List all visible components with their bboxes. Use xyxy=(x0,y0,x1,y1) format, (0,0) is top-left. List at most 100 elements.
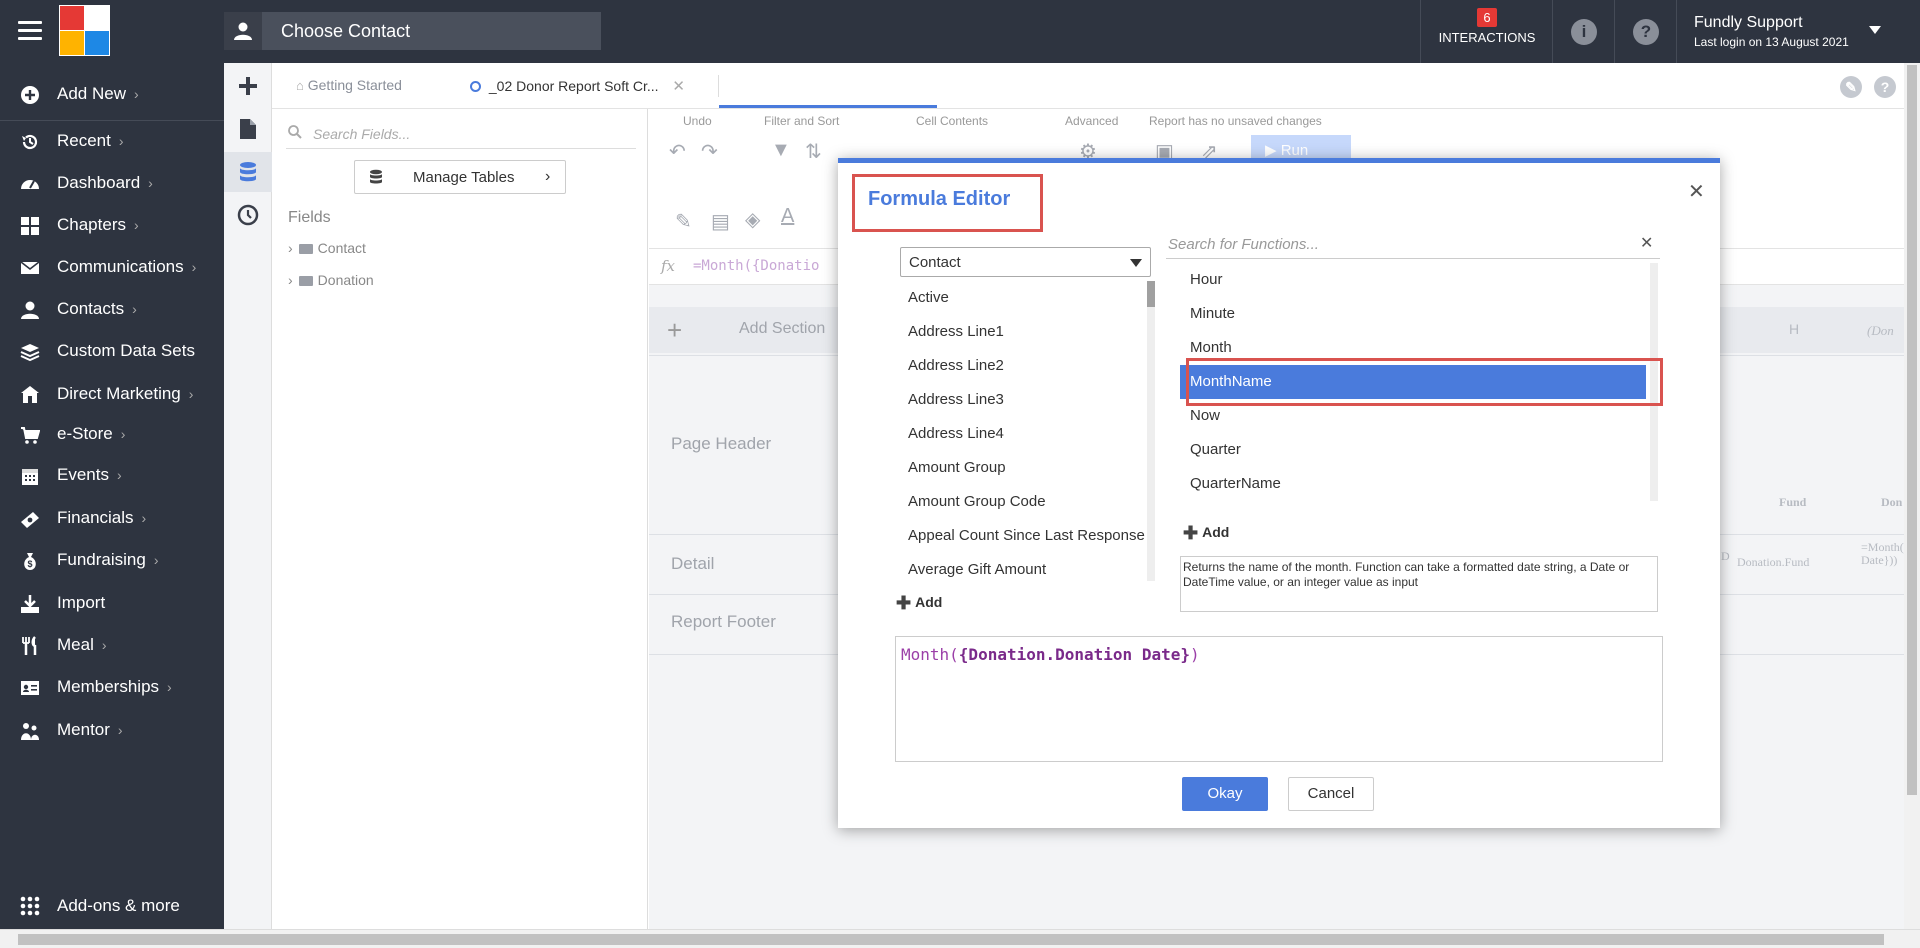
font-color-icon[interactable]: A xyxy=(781,205,794,228)
scrollbar-thumb[interactable] xyxy=(18,934,1884,945)
don-header-cell: Don xyxy=(1881,495,1903,509)
nav-import[interactable]: Import xyxy=(0,584,224,624)
database-icon[interactable] xyxy=(224,152,272,192)
field-list-scrollbar[interactable] xyxy=(1147,281,1155,581)
user-menu-caret-icon[interactable] xyxy=(1869,26,1881,34)
nav-recent[interactable]: Recent › xyxy=(0,122,224,162)
nav-memberships[interactable]: Memberships › xyxy=(0,668,224,708)
function-search-input[interactable]: Search for Functions... ✕ xyxy=(1166,229,1660,259)
field-list-item[interactable]: Address Line3 xyxy=(900,383,1145,417)
function-description: Returns the name of the month. Function … xyxy=(1180,556,1658,612)
sort-icon[interactable]: ⇅ xyxy=(805,139,822,164)
column-last-header: (Don xyxy=(1867,323,1894,338)
nav-add-new[interactable]: Add New › xyxy=(0,75,224,115)
document-icon[interactable] xyxy=(224,109,272,149)
hamburger-menu-icon[interactable] xyxy=(18,21,42,41)
chevron-right-icon[interactable]: › xyxy=(288,272,293,288)
format-icon[interactable]: ▤ xyxy=(711,209,730,234)
user-menu[interactable]: Fundly Support Last login on 13 August 2… xyxy=(1694,14,1849,49)
money-icon xyxy=(20,509,40,529)
scrollbar-thumb[interactable] xyxy=(1147,281,1155,307)
field-list-item[interactable]: Address Line1 xyxy=(900,315,1145,349)
field-list-item[interactable]: Amount Group xyxy=(900,451,1145,485)
cancel-button[interactable]: Cancel xyxy=(1288,777,1374,811)
interactions-count-badge: 6 xyxy=(1477,8,1497,27)
nav-label: Add New xyxy=(57,84,126,103)
manage-tables-button[interactable]: Manage Tables › xyxy=(354,160,566,194)
field-list-item[interactable]: Address Line2 xyxy=(900,349,1145,383)
folder-icon xyxy=(298,276,313,286)
add-field-button[interactable]: ✚ Add xyxy=(896,593,942,614)
nav-contacts[interactable]: Contacts › xyxy=(0,290,224,330)
close-icon[interactable]: ✕ xyxy=(1688,179,1705,204)
nav-custom-data-sets[interactable]: Custom Data Sets xyxy=(0,332,224,372)
clock-icon[interactable] xyxy=(224,195,272,235)
help-circle-icon[interactable]: ? xyxy=(1874,76,1896,98)
filter-icon[interactable]: ▼ xyxy=(771,139,791,162)
ribbon-group-label: Filter and Sort xyxy=(764,114,840,128)
field-list-item[interactable]: Average Gift Amount xyxy=(900,553,1145,581)
nav-label: Communications xyxy=(57,257,184,276)
layers-icon xyxy=(20,342,40,362)
wrench-icon[interactable]: ✎ xyxy=(1840,76,1862,98)
nav-direct-marketing[interactable]: Direct Marketing › xyxy=(0,375,224,415)
search-fields-input[interactable]: Search Fields... xyxy=(286,119,636,149)
field-list-item[interactable]: Address Line4 xyxy=(900,417,1145,451)
tab-close-icon[interactable]: ✕ xyxy=(672,78,685,95)
info-icon[interactable]: i xyxy=(1571,19,1597,45)
tab-donor-report[interactable]: _02 Donor Report Soft Cr... ✕ xyxy=(470,77,685,95)
function-list-item[interactable]: QuarterName xyxy=(1176,467,1646,501)
nav-label: Chapters xyxy=(57,215,126,234)
tree-item-donation[interactable]: › Donation xyxy=(288,272,374,288)
run-label: Run xyxy=(1280,142,1309,159)
calendar-icon xyxy=(20,466,40,486)
formula-input[interactable]: Month({Donation.Donation Date}) xyxy=(895,636,1663,762)
page-vertical-scrollbar[interactable] xyxy=(1904,63,1920,929)
page-horizontal-scrollbar[interactable] xyxy=(0,929,1920,948)
formula-function: Month( xyxy=(901,645,959,664)
choose-contact-field[interactable]: Choose Contact xyxy=(224,12,601,50)
nav-chapters[interactable]: Chapters › xyxy=(0,206,224,246)
interactions-button[interactable]: 6 INTERACTIONS xyxy=(1422,8,1552,45)
nav-fundraising[interactable]: $ Fundraising › xyxy=(0,541,224,581)
nav-label: Memberships xyxy=(57,677,160,696)
add-report-icon[interactable] xyxy=(224,66,272,106)
nav-label: Contacts xyxy=(57,299,125,318)
nav-label: Financials xyxy=(57,508,134,527)
tab-label: Getting Started xyxy=(307,77,402,93)
formula-field: {Donation.Donation Date} xyxy=(958,645,1190,664)
help-icon[interactable]: ? xyxy=(1633,19,1659,45)
redo-icon[interactable]: ↷ xyxy=(701,139,718,164)
nav-e-store[interactable]: e-Store › xyxy=(0,415,224,455)
nav-dashboard[interactable]: Dashboard › xyxy=(0,164,224,204)
nav-add-ons[interactable]: Add-ons & more xyxy=(0,883,224,929)
user-icon xyxy=(20,300,40,320)
tree-item-contact[interactable]: › Contact xyxy=(288,240,366,256)
nav-communications[interactable]: Communications › xyxy=(0,248,224,288)
chevron-right-icon[interactable]: › xyxy=(288,240,293,256)
dialog-title: Formula Editor xyxy=(868,188,1011,210)
nav-meal[interactable]: Meal › xyxy=(0,626,224,666)
function-list-item[interactable]: Quarter xyxy=(1176,433,1646,467)
brush-icon[interactable]: ✎ xyxy=(675,209,692,234)
function-list-item[interactable]: Hour xyxy=(1176,263,1646,297)
clear-search-icon[interactable]: ✕ xyxy=(1640,233,1653,253)
add-function-button[interactable]: ✚ Add xyxy=(1183,523,1229,544)
table-select[interactable]: Contact xyxy=(900,247,1151,277)
field-list-item[interactable]: Active xyxy=(900,281,1145,315)
nav-financials[interactable]: Financials › xyxy=(0,499,224,539)
nav-mentor[interactable]: Mentor › xyxy=(0,711,224,751)
okay-button[interactable]: Okay xyxy=(1182,777,1268,811)
field-list-item[interactable]: Appeal Count Since Last Response xyxy=(900,519,1145,553)
svg-text:$: $ xyxy=(27,559,32,569)
dashboard-icon xyxy=(20,174,40,194)
function-list-item[interactable]: Minute xyxy=(1176,297,1646,331)
field-list-item[interactable]: Amount Group Code xyxy=(900,485,1145,519)
company-logo[interactable] xyxy=(59,5,110,56)
undo-icon[interactable]: ↶ xyxy=(669,139,686,164)
scrollbar-thumb[interactable] xyxy=(1907,65,1917,795)
tab-getting-started[interactable]: ⌂ Getting Started xyxy=(296,77,402,93)
nav-events[interactable]: Events › xyxy=(0,456,224,496)
ribbon-group-label: Undo xyxy=(683,114,712,128)
fill-color-icon[interactable]: ◈ xyxy=(745,207,760,232)
